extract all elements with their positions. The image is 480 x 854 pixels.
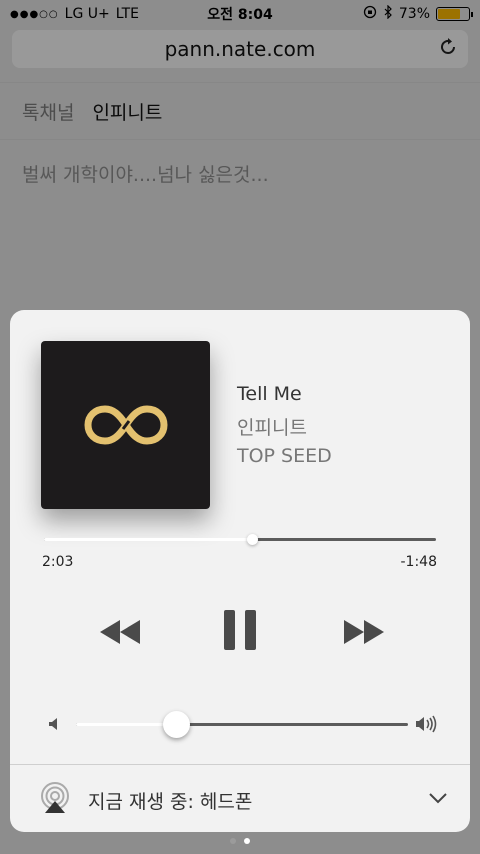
volume-high-icon — [415, 714, 441, 738]
audio-output-row[interactable]: 지금 재생 중: 헤드폰 — [10, 764, 470, 832]
page-dot[interactable] — [244, 838, 250, 844]
remaining-time: -1:48 — [400, 554, 438, 570]
volume-low-icon — [47, 716, 63, 736]
track-album: TOP SEED — [237, 445, 332, 467]
track-artist: 인피니트 — [237, 417, 307, 439]
volume-thumb[interactable] — [162, 711, 190, 738]
elapsed-time: 2:03 — [42, 554, 74, 570]
playback-scrubber[interactable] — [44, 534, 436, 545]
pause-button[interactable] — [216, 606, 264, 654]
airplay-icon — [39, 782, 71, 818]
rewind-icon — [100, 620, 140, 644]
album-artwork[interactable] — [41, 341, 210, 509]
page-dot[interactable] — [230, 838, 236, 844]
infinity-logo-icon — [84, 405, 167, 445]
page-indicator[interactable] — [0, 838, 480, 844]
rewind-button[interactable] — [92, 610, 148, 654]
scrubber-thumb[interactable] — [246, 534, 258, 545]
scrubber-elapsed-fill — [44, 538, 252, 541]
volume-fill — [76, 723, 176, 726]
now-playing-panel: Tell Me 인피니트 TOP SEED 2:03 -1:48 지금 재생 중… — [10, 310, 470, 832]
track-title: Tell Me — [237, 383, 302, 405]
pause-icon — [224, 610, 256, 650]
chevron-down-icon[interactable] — [428, 789, 448, 808]
audio-output-label: 지금 재생 중: 헤드폰 — [88, 791, 253, 813]
fast-forward-icon — [344, 620, 384, 644]
volume-slider[interactable] — [76, 711, 408, 738]
fast-forward-button[interactable] — [336, 610, 392, 654]
